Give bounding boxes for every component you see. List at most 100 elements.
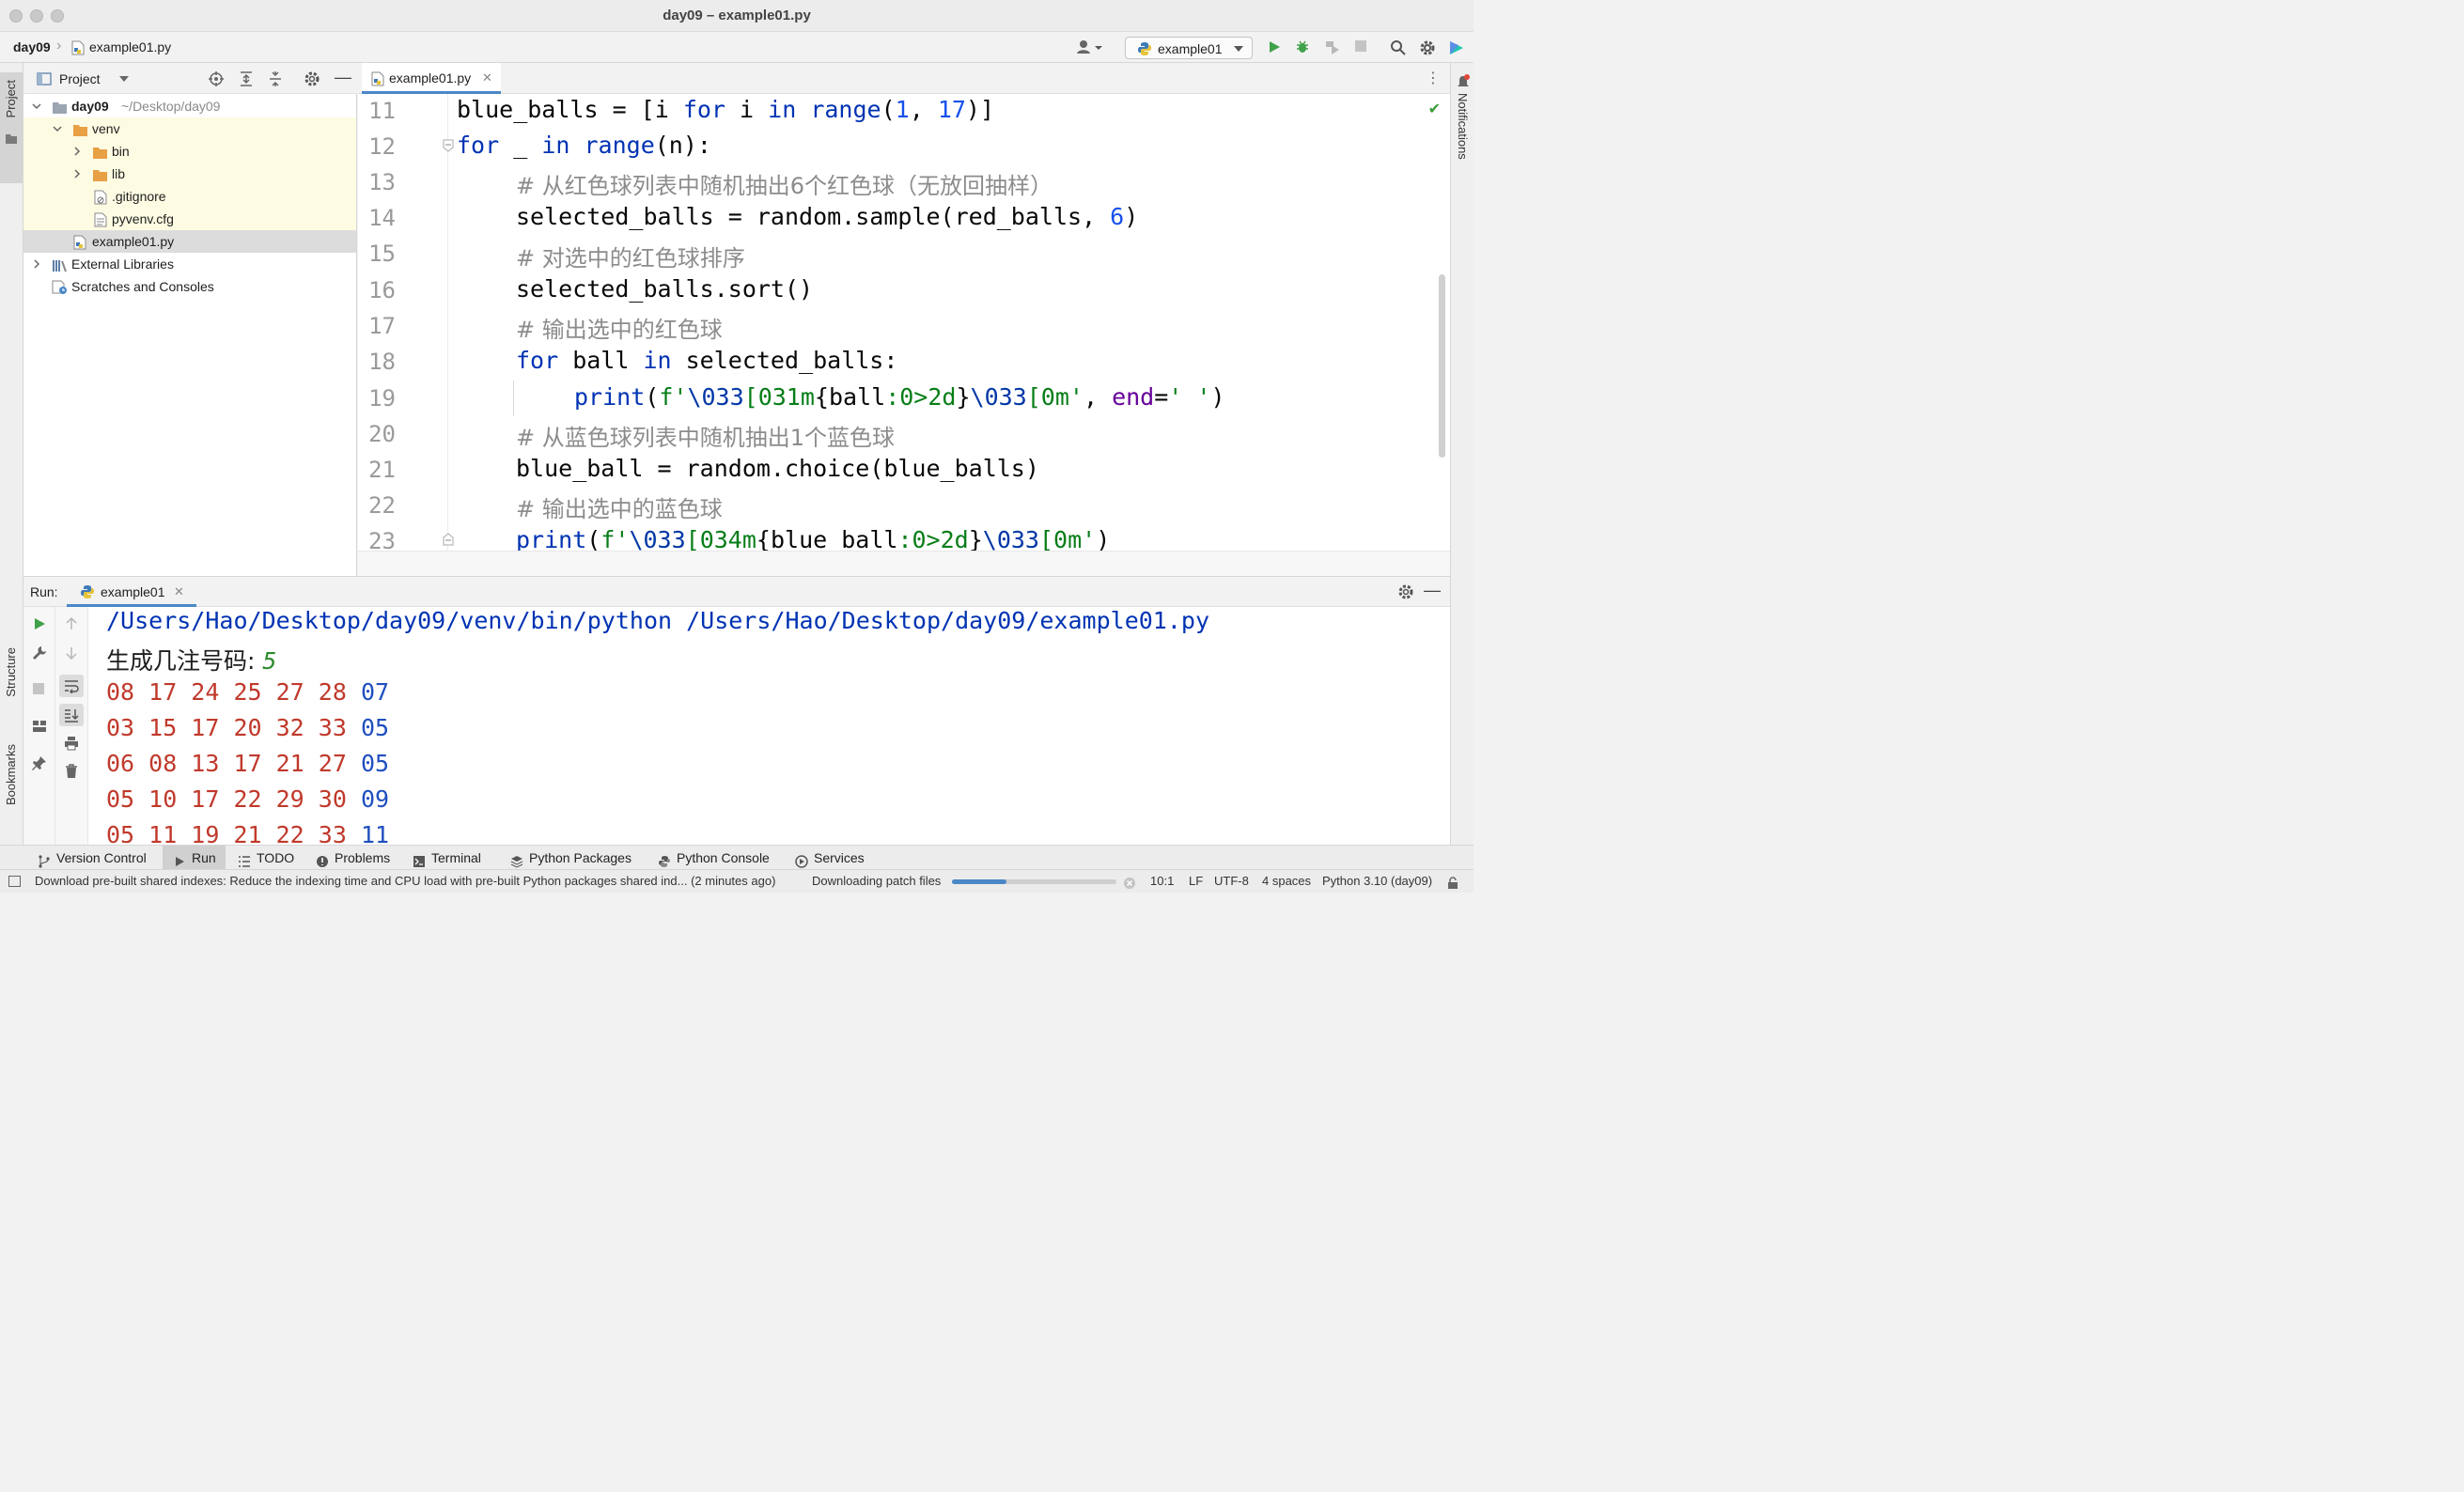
breadcrumb-file[interactable]: example01.py xyxy=(89,39,171,54)
tool-window-problems[interactable]: Problems xyxy=(316,846,393,870)
tree-item-day09[interactable]: day09 ~/Desktop/day09 xyxy=(23,95,356,117)
tree-item-label: lib xyxy=(112,166,126,181)
code-text-area[interactable]: 11 12 13 14 15 16 17 18 19 20 21 22 23 b… xyxy=(358,94,1450,551)
chevron-down-icon[interactable] xyxy=(31,95,42,117)
run-panel-label: Run: xyxy=(30,584,58,599)
code-token: ) xyxy=(1124,203,1139,230)
tool-window-run[interactable]: Run xyxy=(163,846,226,870)
tool-window-services[interactable]: Services xyxy=(795,846,866,870)
tree-item-label: External Libraries xyxy=(71,256,174,272)
tree-item-pyvenv-cfg[interactable]: pyvenv.cfg xyxy=(23,208,356,230)
code-line-11: blue_balls = [i for i in range(1, 17)] xyxy=(457,96,994,123)
console-result-row: 05 10 17 22 29 30 09 xyxy=(106,785,389,813)
lock-icon[interactable] xyxy=(1446,875,1459,897)
caret-position[interactable]: 10:1 xyxy=(1150,870,1174,893)
inspection-ok-check-icon[interactable]: ✔ xyxy=(1428,100,1441,118)
line-separator[interactable]: LF xyxy=(1189,870,1203,893)
code-number: 17 xyxy=(937,96,966,123)
fold-marker-icon[interactable] xyxy=(442,532,455,550)
expand-all-icon[interactable] xyxy=(238,70,255,90)
close-tab-icon[interactable]: ✕ xyxy=(482,70,492,85)
chevron-right-icon[interactable] xyxy=(71,163,83,185)
layout-icon[interactable] xyxy=(32,720,47,736)
options-gear-icon[interactable] xyxy=(304,70,320,90)
tree-item-external-libraries[interactable]: External Libraries xyxy=(23,253,356,275)
jetbrains-logo-icon[interactable] xyxy=(1448,39,1465,59)
bookmarks-tool-button[interactable]: Bookmarks xyxy=(0,744,23,838)
python-interpreter[interactable]: Python 3.10 (day09) xyxy=(1322,870,1432,893)
hide-panel-icon[interactable]: — xyxy=(335,68,351,87)
project-view-selector[interactable]: Project xyxy=(59,71,101,86)
background-task-label[interactable]: Downloading patch files xyxy=(812,870,941,893)
tree-item-label: .gitignore xyxy=(112,189,166,204)
structure-tool-button[interactable]: Structure xyxy=(0,647,23,723)
tree-item-scratches-and-consoles[interactable]: Scratches and Consoles xyxy=(23,275,356,298)
tree-item-lib[interactable]: lib xyxy=(23,163,356,185)
indentation[interactable]: 4 spaces xyxy=(1262,870,1311,893)
more-options-icon[interactable]: ⋮ xyxy=(1426,69,1441,87)
up-arrow-icon[interactable] xyxy=(64,616,79,634)
collapse-all-icon[interactable] xyxy=(267,70,284,90)
notifications-tool-label[interactable]: Notifications xyxy=(1456,93,1470,160)
line-number: 17 xyxy=(368,313,396,339)
toggle-tool-windows-icon[interactable] xyxy=(8,876,21,887)
run-tab-label: example01 xyxy=(101,584,165,599)
console-prompt-line: 生成几注号码: 5 xyxy=(106,643,276,676)
tree-item-bin[interactable]: bin xyxy=(23,140,356,163)
edit-configuration-wrench-icon[interactable] xyxy=(32,645,47,663)
search-icon[interactable] xyxy=(1390,39,1407,59)
settings-gear-icon[interactable] xyxy=(1397,583,1414,603)
down-arrow-icon[interactable] xyxy=(64,645,79,663)
stop-icon[interactable] xyxy=(32,682,45,698)
scroll-to-end-icon[interactable] xyxy=(59,704,84,726)
line-number: 14 xyxy=(368,205,396,231)
progress-fill xyxy=(952,879,1006,884)
notifications-bell-icon[interactable] xyxy=(1457,74,1470,92)
clear-trash-icon[interactable] xyxy=(64,764,79,782)
tool-window-python-console[interactable]: Python Console xyxy=(658,846,774,870)
run-configuration-selector[interactable]: example01 xyxy=(1125,37,1253,59)
run-icon[interactable] xyxy=(1267,39,1282,57)
project-tool-label: Project xyxy=(4,80,18,118)
cancel-task-icon[interactable] xyxy=(1123,875,1136,897)
code-token: {ball xyxy=(814,383,886,411)
print-icon[interactable] xyxy=(64,736,79,754)
stop-icon[interactable] xyxy=(1354,39,1367,55)
tree-item-venv[interactable]: venv xyxy=(23,117,356,140)
file-encoding[interactable]: UTF-8 xyxy=(1214,870,1249,893)
locate-file-icon[interactable] xyxy=(208,70,225,90)
hide-panel-icon[interactable]: — xyxy=(1424,581,1441,600)
chevron-down-icon[interactable] xyxy=(119,76,129,82)
chevron-right-icon[interactable] xyxy=(71,140,83,163)
line-number: 15 xyxy=(368,241,396,267)
chevron-right-icon[interactable] xyxy=(31,253,42,275)
chevron-down-icon[interactable] xyxy=(52,117,63,140)
breadcrumb-project[interactable]: day09 xyxy=(13,39,51,54)
editor-scrollbar-thumb[interactable] xyxy=(1439,274,1445,458)
settings-gear-icon[interactable] xyxy=(1419,39,1436,59)
code-token: ( xyxy=(645,383,660,411)
run-tab-example01[interactable]: example01 ✕ xyxy=(67,577,196,607)
status-message[interactable]: Download pre-built shared indexes: Reduc… xyxy=(35,870,775,893)
editor-tab-example01[interactable]: example01.py ✕ xyxy=(362,63,501,94)
code-token: selected_balls: xyxy=(671,347,898,374)
console-output[interactable]: /Users/Hao/Desktop/day09/venv/bin/python… xyxy=(88,607,1450,846)
fold-marker-icon[interactable] xyxy=(442,138,455,156)
tree-item-label: day09 xyxy=(71,99,109,114)
user-account-icon[interactable] xyxy=(1076,39,1104,58)
soft-wrap-icon[interactable] xyxy=(59,675,84,697)
tree-item-gitignore[interactable]: .gitignore xyxy=(23,185,356,208)
tool-window-version-control[interactable]: Version Control xyxy=(38,846,154,870)
tool-window-terminal[interactable]: Terminal xyxy=(413,846,488,870)
close-tab-icon[interactable]: ✕ xyxy=(174,584,184,599)
tree-item-example01-py[interactable]: example01.py xyxy=(23,230,356,253)
editor-horizontal-scrollbar[interactable] xyxy=(358,551,1450,576)
code-string: ' ' xyxy=(1168,383,1211,411)
tool-window-todo[interactable]: TODO xyxy=(238,846,296,870)
debug-icon[interactable] xyxy=(1295,39,1310,57)
pin-tab-icon[interactable] xyxy=(32,755,47,773)
rerun-icon[interactable] xyxy=(32,616,47,634)
run-with-coverage-icon[interactable] xyxy=(1324,39,1341,57)
tool-window-python-packages[interactable]: Python Packages xyxy=(510,846,632,870)
project-tool-button[interactable]: Project xyxy=(0,72,23,183)
